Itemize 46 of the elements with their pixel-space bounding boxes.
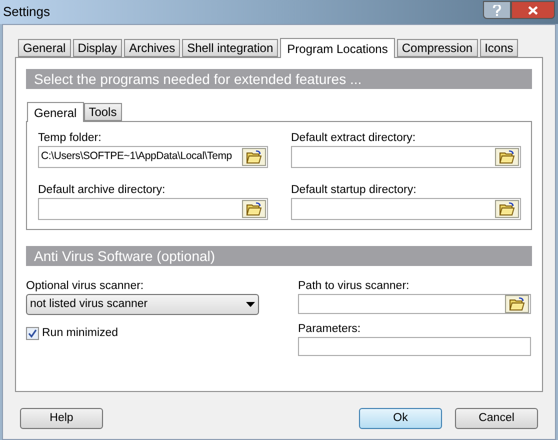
checkbox[interactable]: [26, 327, 39, 340]
path-field[interactable]: C:\Users\SOFTPE~1\AppData\Local\Temp: [38, 146, 268, 168]
dialog-button[interactable]: Help: [20, 408, 103, 429]
field-label: Default archive directory:: [38, 182, 166, 198]
browse-button[interactable]: [495, 200, 519, 218]
tab[interactable]: Archives: [124, 39, 180, 57]
help-button[interactable]: [483, 1, 511, 19]
field-label: Path to virus scanner:: [298, 279, 410, 294]
path-field[interactable]: [38, 198, 268, 220]
path-field[interactable]: [298, 294, 531, 314]
dialog-button[interactable]: Ok: [359, 408, 442, 429]
window-title: Settings: [3, 3, 50, 22]
section-heading: Anti Virus Software (optional): [26, 246, 532, 266]
tab[interactable]: Display: [72, 39, 122, 57]
tab[interactable]: Program Locations: [280, 38, 395, 58]
checkbox-label: Run minimized: [42, 326, 118, 341]
parameters-field[interactable]: [298, 337, 531, 356]
folder-icon: [499, 202, 515, 216]
tab[interactable]: General: [27, 102, 84, 122]
section-heading: Select the programs needed for extended features ...: [26, 69, 532, 89]
browse-button[interactable]: [242, 200, 266, 218]
browse-button[interactable]: [242, 148, 266, 166]
scanner-dropdown[interactable]: not listed virus scanner: [26, 294, 259, 315]
folder-icon: [499, 150, 515, 164]
tab[interactable]: Compression: [396, 39, 478, 57]
dropdown-arrow-icon: [246, 302, 255, 307]
field-label: Temp folder:: [38, 131, 102, 146]
close-icon: [528, 6, 538, 14]
tab[interactable]: Tools: [84, 103, 122, 121]
field-label: Default extract directory:: [291, 131, 417, 146]
dialog-button[interactable]: Cancel: [455, 408, 538, 429]
path-field[interactable]: [291, 146, 521, 168]
field-label: Default startup directory:: [291, 182, 418, 198]
help-icon: [493, 4, 501, 16]
browse-button[interactable]: [505, 295, 529, 313]
tab[interactable]: Icons: [480, 39, 518, 57]
field-label: Parameters:: [298, 322, 362, 337]
close-button[interactable]: [511, 1, 555, 19]
field-label: Optional virus scanner:: [26, 279, 145, 294]
folder-icon: [246, 150, 262, 164]
tab[interactable]: General: [18, 39, 71, 57]
folder-icon: [509, 297, 525, 311]
browse-button[interactable]: [495, 148, 519, 166]
folder-icon: [246, 202, 262, 216]
path-field[interactable]: [291, 198, 521, 220]
tab[interactable]: Shell integration: [182, 39, 278, 57]
